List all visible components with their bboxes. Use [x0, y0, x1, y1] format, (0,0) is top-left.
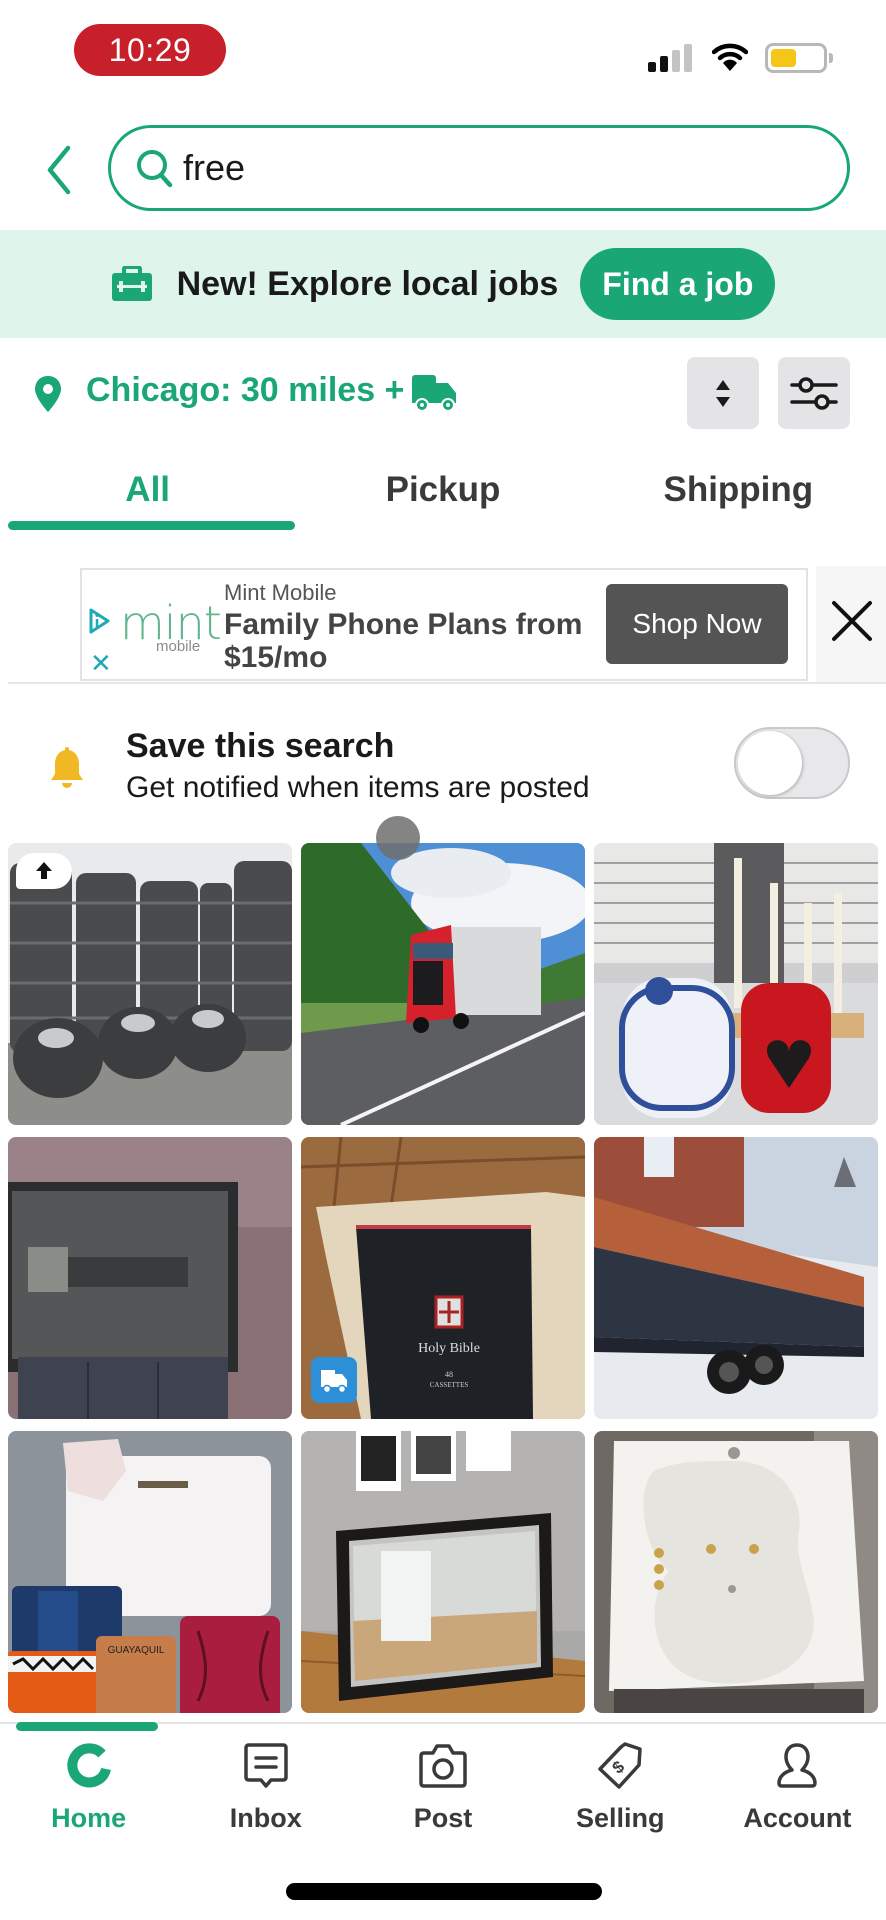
briefcase-icon: [111, 266, 152, 301]
svg-text:CASSETTES: CASSETTES: [430, 1381, 469, 1389]
find-a-job-button[interactable]: Find a job: [580, 248, 776, 320]
home-indicator[interactable]: [286, 1883, 602, 1900]
map-pin-icon: [35, 376, 61, 412]
battery-level: [771, 49, 796, 67]
ad-headline: Family Phone Plans from $15/mo: [224, 608, 583, 674]
nav-inbox[interactable]: Inbox: [177, 1735, 354, 1855]
truck-icon: [321, 1370, 347, 1394]
status-bar: 10:29: [0, 0, 886, 100]
sort-button[interactable]: [687, 357, 759, 429]
svg-text:GUAYAQUIL: GUAYAQUIL: [108, 1645, 165, 1656]
search-input[interactable]: [183, 128, 783, 208]
touch-indicator: [376, 816, 420, 860]
listing-tile[interactable]: [301, 843, 585, 1125]
save-search-toggle[interactable]: [734, 727, 850, 799]
mint-mobile-logo-sub: mobile: [156, 638, 201, 655]
filter-button[interactable]: [778, 357, 850, 429]
listing-grid: Holy Bible 48 CASSETTES GUAYAQUIL: [8, 843, 878, 1713]
location-filter-row: Chicago: 30 miles +: [0, 355, 886, 435]
close-icon: [832, 601, 872, 641]
ad-content[interactable]: ✕ mint mobile Mint Mobile Family Phone P…: [80, 568, 808, 681]
shop-now-button[interactable]: Shop Now: [606, 584, 788, 664]
home-logo-icon: [67, 1743, 111, 1788]
search-field[interactable]: [108, 125, 850, 211]
nav-inbox-label: Inbox: [229, 1803, 302, 1833]
listing-photo-bathtub: [594, 1431, 878, 1713]
arrow-up-icon: [36, 862, 52, 879]
svg-text:Holy Bible: Holy Bible: [418, 1341, 480, 1356]
nav-account[interactable]: Account: [709, 1735, 886, 1855]
ad-banner: ✕ mint mobile Mint Mobile Family Phone P…: [8, 566, 886, 684]
listing-tile[interactable]: [594, 1431, 878, 1713]
sort-icon: [716, 380, 730, 407]
nav-selling-label: Selling: [575, 1803, 665, 1833]
boost-badge: [16, 853, 72, 889]
listing-tile[interactable]: [594, 1137, 878, 1419]
ad-close-button[interactable]: [816, 566, 886, 682]
sliders-icon: [790, 377, 838, 410]
wifi-icon: [712, 43, 748, 71]
price-tag-icon: $: [598, 1742, 642, 1789]
person-icon: [777, 1743, 818, 1788]
svg-text:$: $: [609, 1757, 629, 1778]
save-search-subtitle: Get notified when items are posted: [126, 771, 590, 804]
svg-text:48: 48: [445, 1370, 453, 1379]
bottom-nav: Home Inbox Post $ Selling Account: [0, 1735, 886, 1855]
listing-tile[interactable]: GUAYAQUIL: [8, 1431, 292, 1713]
save-search-title: Save this search: [126, 727, 395, 765]
truck-icon[interactable]: [410, 373, 458, 413]
adchoices-icon[interactable]: [88, 608, 110, 634]
nav-post[interactable]: Post: [354, 1735, 531, 1855]
active-tab-indicator: [16, 1722, 158, 1731]
listing-photo-purses: GUAYAQUIL: [8, 1431, 292, 1713]
search-icon: [137, 150, 173, 188]
listing-tile[interactable]: [8, 1137, 292, 1419]
ad-brand: Mint Mobile: [224, 580, 337, 605]
listing-photo-trailer: [594, 1137, 878, 1419]
listing-photo-mirror: [301, 1431, 585, 1713]
battery-tip: [829, 53, 833, 63]
nav-home-label: Home: [51, 1803, 127, 1833]
listing-tile[interactable]: Holy Bible 48 CASSETTES: [301, 1137, 585, 1419]
nav-selling[interactable]: $ Selling: [532, 1735, 709, 1855]
tab-shipping[interactable]: Shipping: [591, 450, 886, 532]
cellular-signal-icon: [648, 44, 692, 72]
jobs-banner: New! Explore local jobs Find a job: [0, 230, 886, 338]
camera-icon: [419, 1744, 467, 1788]
listing-photo-tv: [8, 1137, 292, 1419]
listing-tile[interactable]: [594, 843, 878, 1125]
save-search-row: Save this search Get notified when items…: [0, 715, 886, 825]
nav-home[interactable]: Home: [0, 1735, 177, 1855]
listing-tile[interactable]: [301, 1431, 585, 1713]
shipping-available-badge: [311, 1357, 357, 1403]
location-radius-link[interactable]: Chicago: 30 miles +: [86, 371, 404, 410]
toggle-knob: [738, 731, 802, 795]
inbox-icon: [244, 1743, 288, 1788]
chevron-left-icon[interactable]: [40, 140, 80, 200]
listing-tile[interactable]: [8, 843, 292, 1125]
listing-photo-jars: [594, 843, 878, 1125]
listing-photo-truck: [301, 843, 585, 1125]
nav-post-label: Post: [413, 1803, 473, 1833]
bell-icon: [51, 747, 83, 788]
jobs-banner-text: New! Explore local jobs: [176, 264, 559, 303]
status-time: 10:29: [74, 24, 226, 76]
tab-all[interactable]: All: [0, 450, 296, 532]
nav-account-label: Account: [743, 1803, 852, 1833]
battery-icon: [765, 43, 827, 73]
ad-dismiss-small[interactable]: ✕: [90, 650, 112, 676]
delivery-tabs: All Pickup Shipping: [0, 450, 886, 532]
tab-pickup[interactable]: Pickup: [295, 450, 590, 532]
